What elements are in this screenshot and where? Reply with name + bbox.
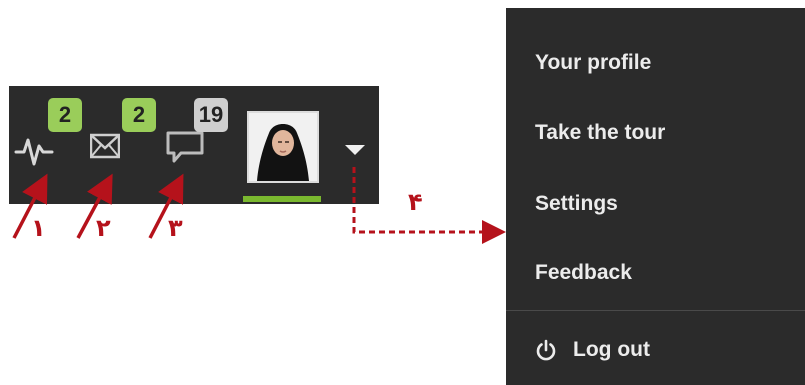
triangle-down-icon: [345, 145, 365, 155]
annotation-label-3: ۳: [168, 214, 183, 242]
comments-count-badge: 19: [194, 98, 228, 132]
activity-pulse-icon[interactable]: [14, 130, 54, 170]
menu-item-log-out[interactable]: Log out: [535, 338, 650, 362]
annotation-label-4: ۴: [408, 188, 423, 216]
menu-item-settings[interactable]: Settings: [535, 192, 618, 216]
avatar-status-bar: [243, 196, 321, 202]
annotation-label-2: ۲: [96, 214, 111, 242]
power-icon: [536, 339, 556, 361]
account-dropdown-toggle[interactable]: [340, 139, 370, 161]
envelope-icon[interactable]: [89, 132, 121, 160]
chat-bubble-icon[interactable]: [165, 130, 205, 164]
avatar-photo: [249, 113, 317, 181]
annotation-label-1: ۱: [31, 214, 46, 242]
menu-item-feedback[interactable]: Feedback: [535, 261, 632, 285]
avatar[interactable]: [247, 111, 319, 183]
log-out-label: Log out: [573, 338, 650, 361]
menu-item-your-profile[interactable]: Your profile: [535, 51, 651, 75]
messages-count-badge: 2: [122, 98, 156, 132]
menu-divider: [506, 310, 805, 311]
menu-item-take-the-tour[interactable]: Take the tour: [535, 121, 665, 145]
activity-count-badge: 2: [48, 98, 82, 132]
account-dropdown-menu: Your profile Take the tour Settings Feed…: [506, 8, 805, 385]
